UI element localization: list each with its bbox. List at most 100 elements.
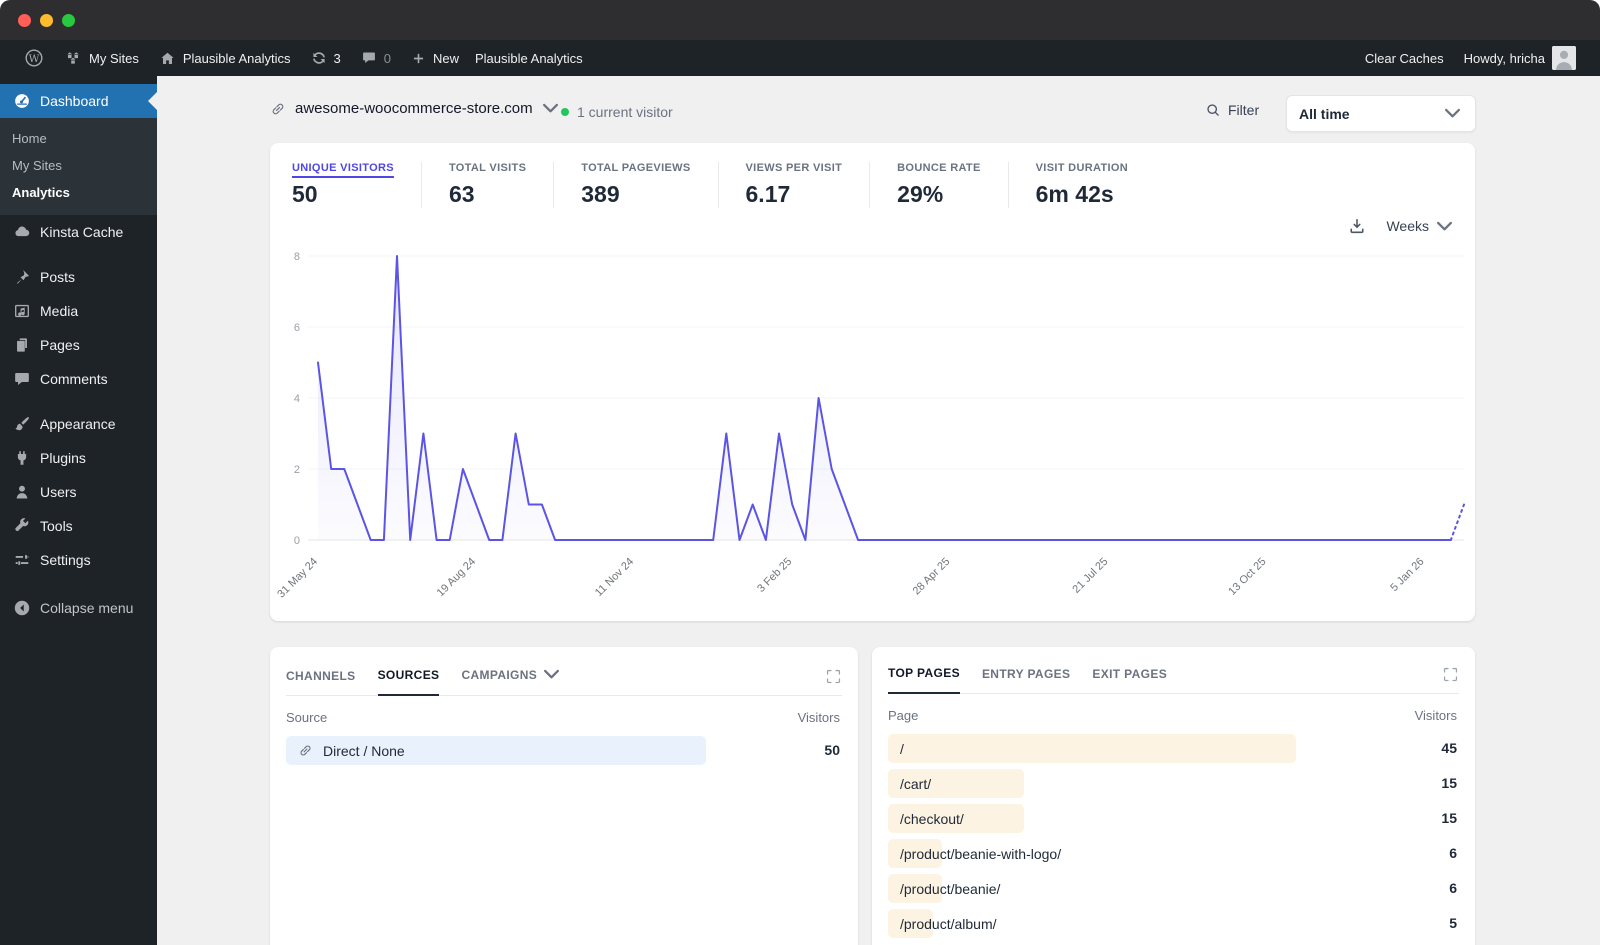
sidebar-item-settings[interactable]: Settings [0, 543, 157, 577]
site-selector[interactable]: awesome-woocommerce-store.com [270, 100, 559, 117]
tab-campaigns[interactable]: CAMPAIGNS [461, 666, 560, 695]
svg-text:31 May 24: 31 May 24 [275, 556, 320, 601]
sidebar-item-pages[interactable]: Pages [0, 328, 157, 362]
table-row[interactable]: Direct / None 50 [286, 736, 842, 765]
metric-value: 50 [292, 181, 318, 207]
updates-menu[interactable]: 3 [301, 40, 351, 76]
dashboard-gauge-icon [13, 92, 31, 110]
interval-value: Weeks [1386, 218, 1429, 234]
tab-entry-pages[interactable]: ENTRY PAGES [982, 667, 1070, 693]
my-sites-menu[interactable]: My Sites [54, 40, 149, 76]
collapse-icon [13, 599, 31, 617]
tab-exit-pages[interactable]: EXIT PAGES [1092, 667, 1167, 693]
sidebar-item-label: Kinsta Cache [40, 224, 124, 240]
home-icon [159, 50, 176, 67]
site-name-menu[interactable]: Plausible Analytics [149, 40, 301, 76]
filter-label: Filter [1228, 102, 1260, 118]
sidebar-subitem-analytics[interactable]: Analytics [0, 179, 157, 206]
row-label: /cart/ [900, 775, 932, 792]
svg-text:28 Apr 25: 28 Apr 25 [911, 556, 953, 598]
tab-channels[interactable]: CHANNELS [286, 669, 356, 695]
pages-card: TOP PAGES ENTRY PAGES EXIT PAGES Page Vi… [872, 647, 1475, 945]
account-menu[interactable]: Howdy, hricha [1454, 40, 1586, 76]
wrench-icon [13, 517, 31, 535]
sidebar-item-comments[interactable]: Comments [0, 362, 157, 396]
dashboard-submenu: Home My Sites Analytics [0, 118, 157, 215]
sidebar-item-tools[interactable]: Tools [0, 509, 157, 543]
row-label: /product/album/ [900, 915, 997, 932]
collapse-menu-button[interactable]: Collapse menu [0, 591, 157, 625]
table-row[interactable]: /product/album/5 [888, 909, 1459, 938]
sources-tabs: CHANNELS SOURCES CAMPAIGNS [286, 661, 842, 696]
sidebar-item-dashboard[interactable]: Dashboard [0, 84, 157, 118]
table-row[interactable]: / 45 [888, 734, 1459, 763]
date-range-value: All time [1299, 105, 1350, 122]
wp-logo-menu[interactable]: W [14, 40, 54, 76]
clear-caches-button[interactable]: Clear Caches [1355, 40, 1454, 76]
pages-table-header: Page Visitors [888, 708, 1457, 723]
pushpin-icon [13, 268, 31, 286]
visitors-line-chart[interactable]: 0 2 4 6 8 31 May 24 19 Aug 24 11 Nov 24 3 Feb 25… [275, 246, 1469, 618]
new-content-menu[interactable]: New [401, 40, 469, 76]
row-value: 15 [1441, 775, 1457, 791]
filter-button[interactable]: Filter [1205, 102, 1259, 118]
chevron-down-icon [1436, 218, 1453, 235]
metric-value: 6m 42s [1035, 181, 1114, 207]
metric-bounce-rate[interactable]: BOUNCE RATE 29% [897, 162, 1009, 208]
comments-menu[interactable]: 0 [351, 40, 401, 76]
metric-total-visits[interactable]: TOTAL VISITS 63 [448, 162, 555, 208]
sidebar-item-users[interactable]: Users [0, 475, 157, 509]
sidebar-subitem-home[interactable]: Home [0, 125, 157, 152]
table-row[interactable]: /product/beanie/6 [888, 874, 1459, 903]
current-page-title: Plausible Analytics [475, 50, 583, 66]
sidebar-subitem-my-sites[interactable]: My Sites [0, 152, 157, 179]
table-row[interactable]: /product/beanie-with-logo/6 [888, 839, 1459, 868]
current-visitors-label: 1 current visitor [577, 104, 673, 120]
date-range-select[interactable]: All time [1286, 95, 1476, 132]
sidebar-item-label: Plugins [40, 450, 86, 466]
sidebar-item-label: Appearance [40, 416, 116, 432]
comment-count: 0 [383, 50, 391, 66]
row-label: / [900, 740, 904, 757]
expand-icon[interactable] [825, 668, 842, 685]
minimize-window-button[interactable] [40, 14, 53, 27]
svg-text:4: 4 [294, 393, 300, 405]
tab-sources[interactable]: SOURCES [377, 668, 440, 696]
sidebar-item-label: Users [40, 484, 77, 500]
new-label: New [432, 50, 459, 66]
metric-value: 63 [448, 181, 475, 207]
table-row[interactable]: /checkout/15 [888, 804, 1459, 833]
sidebar-item-media[interactable]: Media [0, 294, 157, 328]
download-icon[interactable] [1348, 217, 1366, 235]
sidebar-item-plugins[interactable]: Plugins [0, 441, 157, 475]
svg-text:8: 8 [294, 251, 300, 263]
admin-sidebar: Dashboard Home My Sites Analytics Kinsta C… [0, 76, 157, 945]
search-icon [1205, 102, 1221, 118]
chart-controls: Weeks [1348, 217, 1453, 235]
sidebar-item-appearance[interactable]: Appearance [0, 407, 157, 441]
update-count: 3 [333, 50, 341, 66]
metrics-row: UNIQUE VISITORS 50 TOTAL VISITS 63 TOTAL PAG… [270, 143, 1475, 208]
sources-table: Direct / None 50 [286, 736, 842, 765]
plus-icon [411, 51, 426, 66]
tab-top-pages[interactable]: TOP PAGES [888, 666, 960, 694]
table-row[interactable]: /cart/15 [888, 769, 1459, 798]
sources-table-header: Source Visitors [286, 710, 840, 725]
interval-select[interactable]: Weeks [1386, 218, 1453, 235]
close-window-button[interactable] [18, 14, 31, 27]
users-icon [13, 483, 31, 501]
metric-unique-visitors[interactable]: UNIQUE VISITORS 50 [292, 162, 422, 208]
sidebar-item-kinsta-cache[interactable]: Kinsta Cache [0, 215, 157, 249]
expand-icon[interactable] [1442, 666, 1459, 683]
sidebar-item-posts[interactable]: Posts [0, 260, 157, 294]
metric-label: UNIQUE VISITORS [292, 162, 394, 174]
metric-total-pageviews[interactable]: TOTAL PAGEVIEWS 389 [581, 162, 719, 208]
media-icon [13, 302, 31, 320]
app-window: W My Sites Plausible Analytics 3 0 New P… [0, 0, 1600, 945]
metric-visit-duration[interactable]: VISIT DURATION 6m 42s [1036, 162, 1155, 208]
sidebar-item-label: Settings [40, 552, 91, 568]
svg-text:19 Aug 24: 19 Aug 24 [435, 556, 479, 600]
metric-views-per-visit[interactable]: VIEWS PER VISIT 6.17 [746, 162, 871, 208]
zoom-window-button[interactable] [62, 14, 75, 27]
metric-label: VISIT DURATION [1035, 162, 1129, 174]
